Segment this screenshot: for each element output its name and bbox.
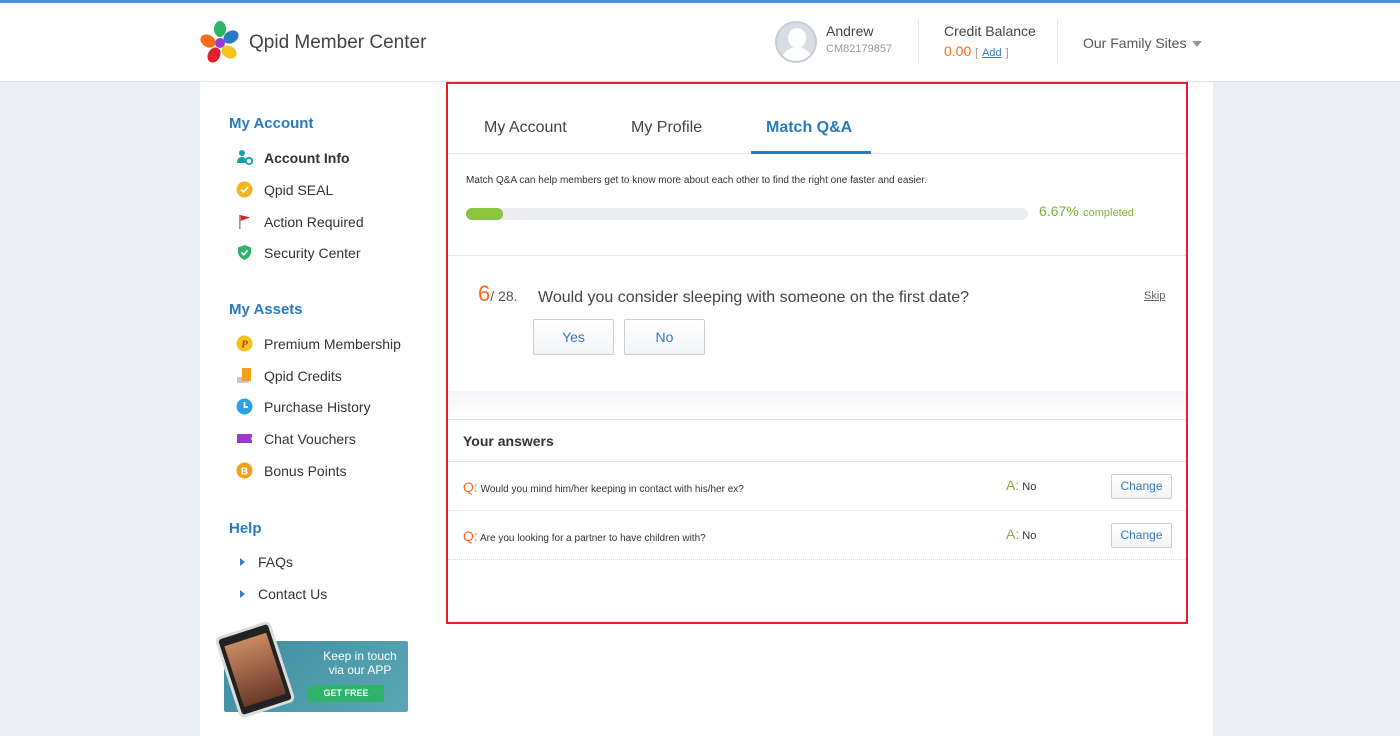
sidebar-heading-help: Help (229, 520, 262, 537)
shield-icon (238, 245, 251, 260)
banner-text: Keep in touch via our APP (312, 649, 408, 677)
sidebar-item-purchase-history[interactable]: Purchase History (236, 398, 371, 415)
a-tag: A: (1006, 477, 1020, 493)
seal-check-icon (236, 181, 253, 198)
sidebar-item-account-info[interactable]: Account Info (236, 149, 350, 166)
question-total: / 28. (490, 288, 518, 304)
tab-bar: My Account My Profile Match Q&A (448, 84, 1186, 154)
brand-title[interactable]: Qpid Member Center (249, 32, 426, 54)
sidebar-item-label: Premium Membership (264, 335, 401, 352)
change-answer-button[interactable]: Change (1111, 474, 1172, 499)
answer-question-text: Would you mind him/her keeping in contac… (480, 484, 744, 495)
avatar[interactable] (775, 21, 817, 63)
a-tag: A: (1006, 526, 1020, 542)
match-qa-panel: My Account My Profile Match Q&A Match Q&… (446, 82, 1188, 624)
sidebar-item-chat-vouchers[interactable]: Chat Vouchers (236, 430, 356, 447)
header-divider (918, 20, 919, 62)
sidebar-item-label: Chat Vouchers (264, 430, 356, 447)
get-free-button[interactable]: GET FREE (308, 685, 384, 702)
tab-my-profile[interactable]: My Profile (631, 119, 702, 137)
sidebar-item-label: Bonus Points (264, 462, 347, 479)
skip-link[interactable]: Skip (1144, 290, 1165, 302)
sidebar-item-label: Security Center (264, 244, 361, 261)
tab-my-account[interactable]: My Account (484, 119, 567, 137)
sidebar-item-label: Account Info (264, 149, 350, 166)
clock-icon (236, 398, 253, 415)
premium-icon: P (236, 335, 253, 352)
sidebar-item-label: Qpid SEAL (264, 181, 334, 198)
credits-icon (237, 368, 251, 383)
sidebar-item-security-center[interactable]: Security Center (236, 244, 360, 261)
qpid-logo-icon[interactable] (200, 20, 240, 64)
change-answer-button[interactable]: Change (1111, 523, 1172, 548)
sidebar-item-label: Contact Us (258, 586, 328, 602)
section-divider (448, 419, 1186, 420)
banner-line-1: Keep in touch (323, 649, 397, 663)
user-id: CM82179857 (826, 43, 893, 55)
sidebar-item-label: Purchase History (264, 398, 371, 415)
sidebar-item-qpid-credits[interactable]: Qpid Credits (236, 367, 342, 384)
progress-bar (466, 208, 1028, 220)
tab-match-qa[interactable]: Match Q&A (766, 119, 852, 137)
section-separator (448, 391, 1186, 419)
caret-down-icon (1192, 41, 1203, 48)
svg-text:P: P (241, 339, 248, 351)
banner-line-2: via our APP (328, 663, 392, 677)
qa-description: Match Q&A can help members get to know m… (466, 175, 927, 186)
flag-icon (239, 215, 250, 229)
sidebar-item-action-required[interactable]: Action Required (236, 213, 364, 230)
progress-value: 6.67% (1039, 203, 1079, 219)
header: Qpid Member Center Andrew CM82179857 Cre… (0, 3, 1400, 82)
sidebar-item-premium-membership[interactable]: P Premium Membership (236, 335, 401, 352)
q-tag: Q: (463, 528, 478, 544)
credit-balance: 0.00 [ Add ] (944, 43, 1009, 59)
answer-row: Q: Are you looking for a partner to have… (448, 511, 1186, 560)
svg-text:B: B (241, 467, 248, 478)
progress-text: 6.67% completed (1039, 203, 1134, 221)
question-counter: 6/ 28. (478, 281, 518, 307)
answer-value-text: No (1022, 481, 1037, 493)
family-sites-dropdown[interactable]: Our Family Sites (1083, 35, 1203, 51)
account-info-icon (237, 150, 253, 166)
sidebar-item-label: Action Required (264, 213, 364, 230)
sidebar-item-bonus-points[interactable]: B Bonus Points (236, 462, 347, 479)
question-current-number: 6 (478, 281, 491, 306)
chevron-right-icon (240, 558, 245, 566)
sidebar-item-label: Qpid Credits (264, 367, 342, 384)
progress-bar-fill (466, 208, 504, 220)
credit-balance-label: Credit Balance (944, 23, 1036, 39)
answer-row: Q: Would you mind him/her keeping in con… (448, 462, 1186, 511)
bracket-open: [ (975, 47, 979, 59)
section-divider (448, 255, 1186, 256)
answer-question: Q: Would you mind him/her keeping in con… (463, 479, 744, 495)
active-tab-indicator (751, 151, 871, 154)
answer-question-text: Are you looking for a partner to have ch… (480, 533, 706, 544)
sidebar-item-qpid-seal[interactable]: Qpid SEAL (236, 181, 333, 198)
voucher-icon (237, 434, 252, 443)
header-divider (1057, 20, 1058, 62)
app-download-banner[interactable]: Keep in touch via our APP GET FREE (214, 620, 408, 719)
answer-value: A: No (1006, 477, 1036, 493)
sidebar-item-contact-us[interactable]: Contact Us (236, 586, 327, 602)
question-text: Would you consider sleeping with someone… (538, 289, 970, 306)
family-sites-label: Our Family Sites (1083, 35, 1187, 51)
sidebar-heading-my-account: My Account (229, 115, 314, 132)
your-answers-heading: Your answers (463, 433, 554, 449)
bracket-close: ] (1005, 47, 1009, 59)
bonus-points-icon: B (236, 462, 253, 479)
sidebar-heading-my-assets: My Assets (229, 301, 303, 318)
no-button[interactable]: No (624, 319, 705, 355)
answer-question: Q: Are you looking for a partner to have… (463, 528, 706, 544)
chevron-right-icon (240, 590, 245, 598)
add-credit-link[interactable]: Add (982, 47, 1002, 59)
progress-label: completed (1083, 207, 1134, 219)
answer-value: A: No (1006, 526, 1036, 542)
user-name[interactable]: Andrew (826, 23, 873, 39)
sidebar-item-faqs[interactable]: FAQs (236, 554, 293, 570)
yes-button[interactable]: Yes (533, 319, 614, 355)
answer-value-text: No (1022, 530, 1037, 542)
credit-balance-value: 0.00 (944, 43, 972, 59)
q-tag: Q: (463, 479, 478, 495)
sidebar-item-label: FAQs (258, 554, 294, 570)
